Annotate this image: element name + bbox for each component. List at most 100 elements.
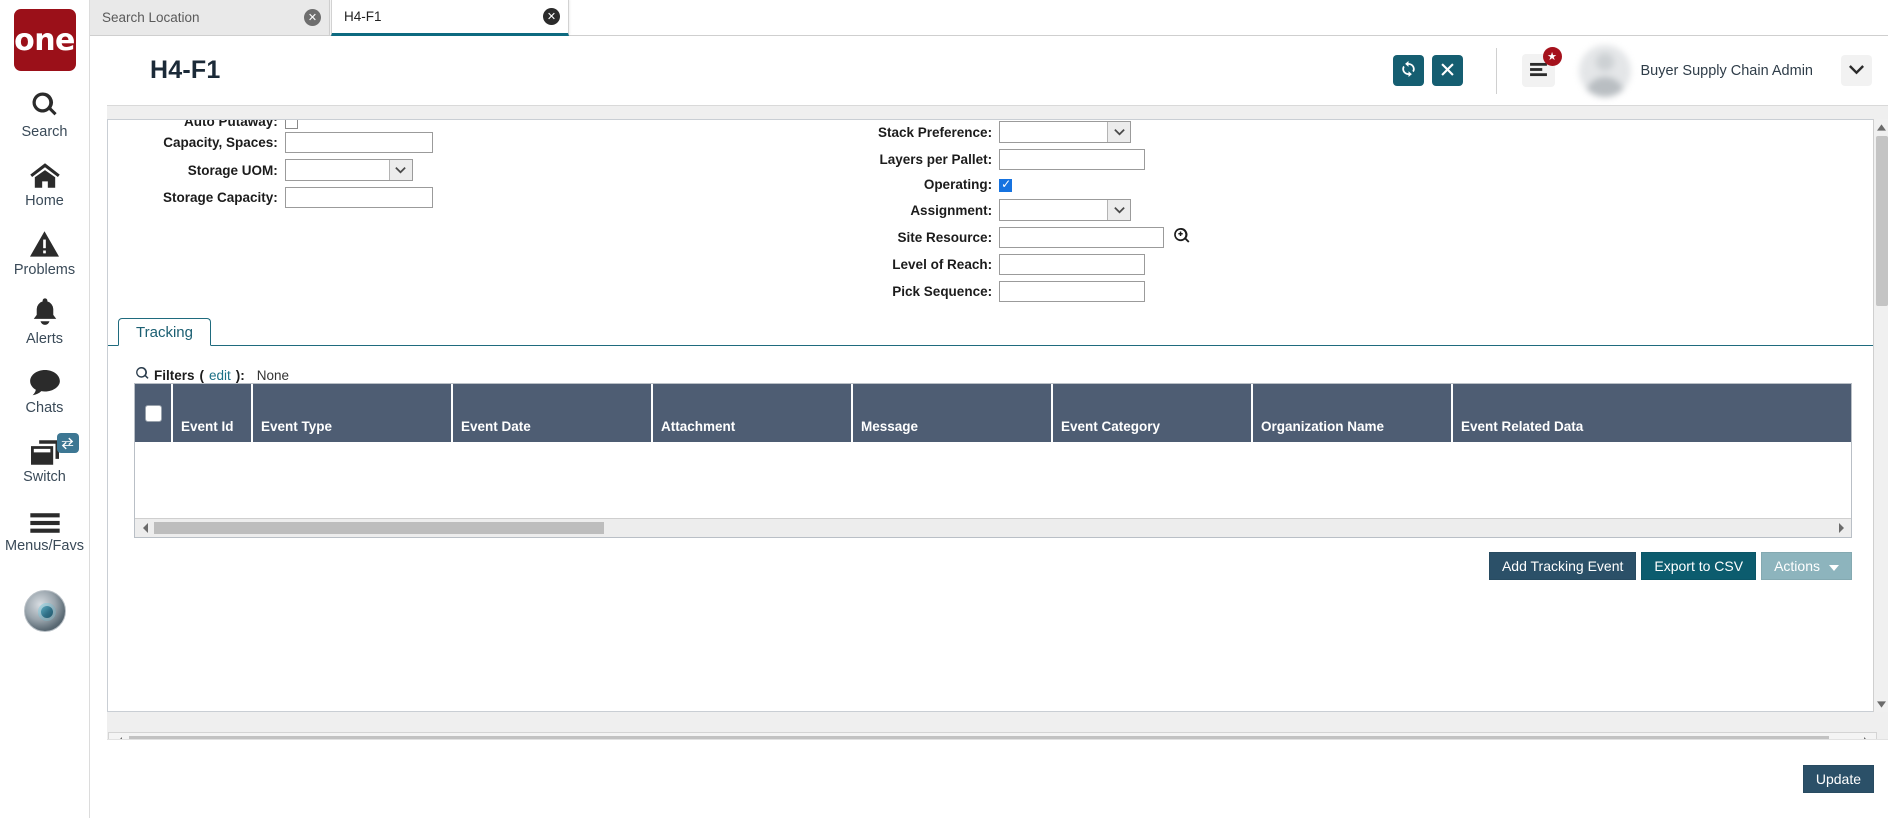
storage-capacity-input[interactable] <box>284 187 433 209</box>
browser-tab-title: Search Location <box>102 10 200 25</box>
panel-vertical-scrollbar[interactable] <box>1873 119 1888 712</box>
storage-uom-select[interactable] <box>284 159 413 182</box>
search-magnifier-icon[interactable] <box>1173 227 1190 247</box>
caret-down-icon <box>1829 558 1839 574</box>
rail-item-chats[interactable]: Chats <box>0 366 90 416</box>
grid-column-attachment[interactable]: Attachment <box>653 384 853 442</box>
header-actions: ★ Buyer Supply Chain Admin <box>1385 36 1888 106</box>
operating-checkbox[interactable] <box>999 177 1013 193</box>
chevron-down-icon[interactable] <box>1874 696 1888 712</box>
page-title: H4-F1 <box>150 56 221 84</box>
page-header: H4-F1 ★ Buyer Supply Chain Admin <box>107 36 1888 106</box>
tab-tracking[interactable]: Tracking <box>118 318 211 346</box>
site-resource-input[interactable] <box>999 227 1165 248</box>
grid-action-buttons: Add Tracking Event Export to CSV Actions <box>134 552 1852 580</box>
user-email <box>1641 81 1814 96</box>
close-button[interactable] <box>1431 55 1463 86</box>
grid-scroll-track[interactable] <box>154 522 1832 534</box>
browser-tab-h4-f1[interactable]: H4-F1 ✕ <box>331 0 569 36</box>
grid-body-empty <box>135 442 1851 518</box>
actions-label: Actions <box>1774 558 1820 574</box>
grid-column-event-date[interactable]: Event Date <box>453 384 653 442</box>
rail-item-label: Alerts <box>25 331 64 347</box>
grid-column-event-type[interactable]: Event Type <box>253 384 453 442</box>
user-avatar-photo[interactable] <box>1578 44 1631 97</box>
add-tracking-event-button[interactable]: Add Tracking Event <box>1488 552 1637 580</box>
grid-horizontal-scrollbar[interactable] <box>135 518 1851 537</box>
chevron-right-icon[interactable] <box>1832 523 1851 533</box>
field-level-of-reach: Level of Reach: <box>878 251 1190 278</box>
user-info-block[interactable]: Buyer Supply Chain Admin <box>1641 42 1814 100</box>
level-of-reach-input[interactable] <box>999 254 1146 275</box>
assignment-select[interactable] <box>999 199 1132 221</box>
filters-edit-link[interactable]: edit <box>209 368 231 383</box>
actions-dropdown-button[interactable]: Actions <box>1761 552 1852 580</box>
field-layers-per-pallet: Layers per Pallet: <box>878 146 1190 173</box>
user-name <box>1641 46 1814 61</box>
field-label: Storage Capacity: <box>163 190 278 206</box>
grid-scroll-thumb[interactable] <box>154 522 604 534</box>
grid-column-event-related-data[interactable]: Event Related Data <box>1453 384 1651 442</box>
checkbox-unchecked-icon[interactable] <box>144 404 162 422</box>
grid-column-event-category[interactable]: Event Category <box>1053 384 1253 442</box>
field-label: Pick Sequence: <box>892 284 993 299</box>
grid-header-row: Event Id Event Type Event Date Attachmen… <box>135 384 1851 442</box>
rail-item-switch[interactable]: Switch <box>0 433 90 485</box>
chevron-up-icon[interactable] <box>1874 119 1888 135</box>
auto-putaway-checkbox[interactable] <box>284 120 298 130</box>
capacity-spaces-input[interactable] <box>284 132 433 154</box>
field-pick-sequence: Pick Sequence: <box>878 278 1190 303</box>
filters-paren-open: ( <box>199 367 205 383</box>
rail-item-search[interactable]: Search <box>0 90 90 140</box>
grid-column-organization-name[interactable]: Organization Name <box>1253 384 1453 442</box>
user-menu-dropdown[interactable] <box>1841 55 1872 86</box>
update-button[interactable]: Update <box>1802 765 1874 793</box>
layers-per-pallet-input[interactable] <box>999 149 1146 170</box>
grid-column-event-id[interactable]: Event Id <box>173 384 253 442</box>
header-divider <box>1495 47 1497 94</box>
chevron-left-icon[interactable] <box>135 523 154 533</box>
search-icon <box>30 90 60 120</box>
app-window: one Search Home Problems Alerts Chats Sw… <box>0 0 1888 818</box>
rail-item-label: Problems <box>13 262 76 278</box>
user-avatar-photo[interactable] <box>23 590 66 632</box>
filters-bar: Filters ( edit ): None <box>136 366 290 383</box>
tab-label: Tracking <box>136 323 193 341</box>
page-content: Auto Putaway: Capacity, Spaces: Storage … <box>107 106 1888 818</box>
field-label: Auto Putaway: <box>184 120 278 130</box>
filters-label: Filters <box>154 367 195 383</box>
rail-item-home[interactable]: Home <box>0 159 90 209</box>
field-label: Level of Reach: <box>892 257 993 272</box>
close-circle-icon[interactable]: ✕ <box>543 8 560 25</box>
field-site-resource: Site Resource: <box>878 224 1190 251</box>
list-menu-icon <box>1529 62 1547 80</box>
warning-triangle-icon <box>30 228 59 258</box>
favorites-menu-button[interactable]: ★ <box>1521 47 1562 87</box>
filters-value: None <box>256 367 290 383</box>
panel-vertical-scroll-thumb[interactable] <box>1876 136 1888 306</box>
rail-item-problems[interactable]: Problems <box>0 228 90 278</box>
form-column-right: Stack Preference: Layers per Pallet: Ope… <box>878 120 1190 303</box>
chat-bubble-icon <box>29 366 60 396</box>
swap-arrows-icon[interactable] <box>56 433 79 453</box>
app-logo[interactable]: one <box>13 9 76 71</box>
field-storage-capacity: Storage Capacity: <box>163 184 433 211</box>
grid-select-all-cell[interactable] <box>135 384 173 442</box>
chevron-down-icon <box>1849 63 1864 78</box>
hamburger-icon <box>29 504 60 534</box>
stack-preference-select[interactable] <box>999 121 1132 143</box>
pick-sequence-input[interactable] <box>999 281 1146 302</box>
form-column-left: Auto Putaway: Capacity, Spaces: Storage … <box>163 120 433 211</box>
close-circle-icon[interactable]: ✕ <box>304 9 321 26</box>
field-label: Operating: <box>923 177 993 192</box>
refresh-button[interactable] <box>1392 55 1424 86</box>
field-operating: Operating: <box>878 173 1190 196</box>
field-label: Storage UOM: <box>187 162 278 178</box>
chevron-down-icon <box>388 160 412 181</box>
rail-item-alerts[interactable]: Alerts <box>0 297 90 347</box>
export-to-csv-button[interactable]: Export to CSV <box>1641 552 1757 580</box>
grid-column-message[interactable]: Message <box>853 384 1053 442</box>
browser-tab-search-location[interactable]: Search Location ✕ <box>90 0 330 36</box>
rail-item-menus-favs[interactable]: Menus/Favs <box>0 504 90 554</box>
location-form: Auto Putaway: Capacity, Spaces: Storage … <box>108 120 1875 303</box>
